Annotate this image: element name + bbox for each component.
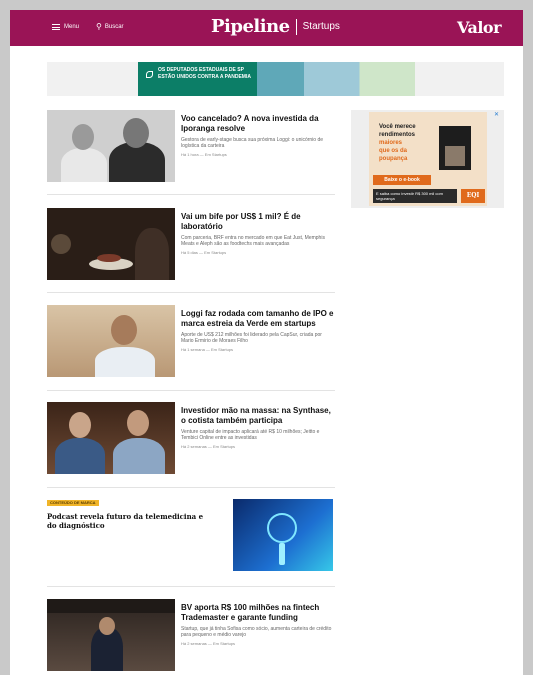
article-description: Com parceria, BRF entra no mercado em qu… (181, 235, 325, 247)
page: Menu ⚲ Buscar Pipeline Startups Valor OS… (10, 10, 523, 675)
ebook-cover-image (439, 126, 471, 170)
article-item[interactable]: Investidor mão na massa: na Synthase, o … (47, 402, 335, 476)
article-item[interactable]: Loggi faz rodada com tamanho de IPO e ma… (47, 305, 335, 379)
search-label: Buscar (104, 24, 124, 30)
article-description: Venture capital de impacto aplicará até … (181, 429, 320, 441)
advertiser-logo: EQI (461, 189, 485, 203)
article-thumbnail[interactable] (47, 402, 175, 474)
article-item[interactable]: Vai um bife por US$ 1 mil? É de laborató… (47, 208, 335, 282)
partner-logo[interactable]: Valor (457, 18, 502, 37)
leaf-icon (146, 71, 153, 78)
top-banner-ad-text: OS DEPUTADOS ESTADUAIS DE SP ESTÃO UNIDO… (158, 67, 251, 80)
article-title[interactable]: Loggi faz rodada com tamanho de IPO e ma… (181, 309, 335, 329)
site-header: Menu ⚲ Buscar Pipeline Startups Valor (10, 10, 523, 46)
close-icon[interactable]: ✕ (494, 111, 499, 118)
sidebar-ad-creative[interactable]: Você merece rendimentos maiores que os d… (369, 112, 487, 206)
brand-main: Pipeline (211, 16, 290, 37)
brand-section: Startups (302, 21, 340, 32)
divider (47, 292, 335, 293)
divider (47, 390, 335, 391)
menu-button[interactable]: Menu (52, 24, 79, 30)
article-thumbnail[interactable] (47, 110, 175, 182)
article-thumbnail[interactable] (47, 208, 175, 280)
brand-separator (295, 18, 297, 35)
divider (47, 586, 335, 587)
top-banner-ad-creative[interactable]: OS DEPUTADOS ESTADUAIS DE SP ESTÃO UNIDO… (138, 62, 415, 96)
divider (47, 194, 335, 195)
article-description: Gestora de early-stage busca sua próxima… (181, 137, 324, 149)
article-title[interactable]: Vai um bife por US$ 1 mil? É de laborató… (181, 212, 335, 232)
sponsored-title[interactable]: Podcast revela futuro da telemedicina e … (47, 512, 207, 530)
brand-logo[interactable]: Pipeline Startups (211, 16, 340, 37)
article-title[interactable]: BV aporta R$ 100 milhões na fintech Trad… (181, 603, 335, 623)
sponsored-thumbnail[interactable] (233, 499, 333, 571)
hamburger-icon (52, 24, 60, 30)
article-title[interactable]: Voo cancelado? A nova investida da Ipora… (181, 114, 335, 134)
article-item[interactable]: BV aporta R$ 100 milhões na fintech Trad… (47, 599, 335, 673)
article-description: Startup, que já tinha Sofisa como sócio,… (181, 626, 332, 638)
article-meta: Há 1 hora — Em Startups (181, 152, 227, 157)
article-meta: Há 2 semanas — Em Startups (181, 444, 236, 449)
divider (47, 487, 335, 488)
sidebar-ad-footer: E saiba como investir R$ 300 mil com seg… (373, 189, 457, 203)
article-thumbnail[interactable] (47, 305, 175, 377)
menu-label: Menu (64, 24, 80, 30)
article-meta: Há 5 dias — Em Startups (181, 250, 227, 255)
article-thumbnail[interactable] (47, 599, 175, 671)
article-meta: Há 2 semanas — Em Startups (181, 641, 236, 646)
sponsored-badge: CONTEÚDO DE MARCA (47, 500, 99, 506)
top-banner-ad: OS DEPUTADOS ESTADUAIS DE SP ESTÃO UNIDO… (47, 62, 504, 96)
download-ebook-button[interactable]: Baixe o e-book (373, 175, 431, 185)
sidebar-ad: ✕ Você merece rendimentos maiores que os… (351, 110, 504, 208)
article-item[interactable]: Voo cancelado? A nova investida da Ipora… (47, 110, 335, 184)
search-button[interactable]: ⚲ Buscar (96, 23, 124, 31)
sponsored-item[interactable]: CONTEÚDO DE MARCA Podcast revela futuro … (47, 498, 335, 578)
search-icon: ⚲ (96, 22, 102, 31)
article-meta: Há 1 semana — Em Startups (181, 347, 234, 352)
article-title[interactable]: Investidor mão na massa: na Synthase, o … (181, 406, 335, 426)
sidebar-ad-headline: Você merece rendimentos maiores que os d… (379, 124, 416, 162)
article-description: Aporte de US$ 212 milhões foi liderado p… (181, 332, 322, 344)
